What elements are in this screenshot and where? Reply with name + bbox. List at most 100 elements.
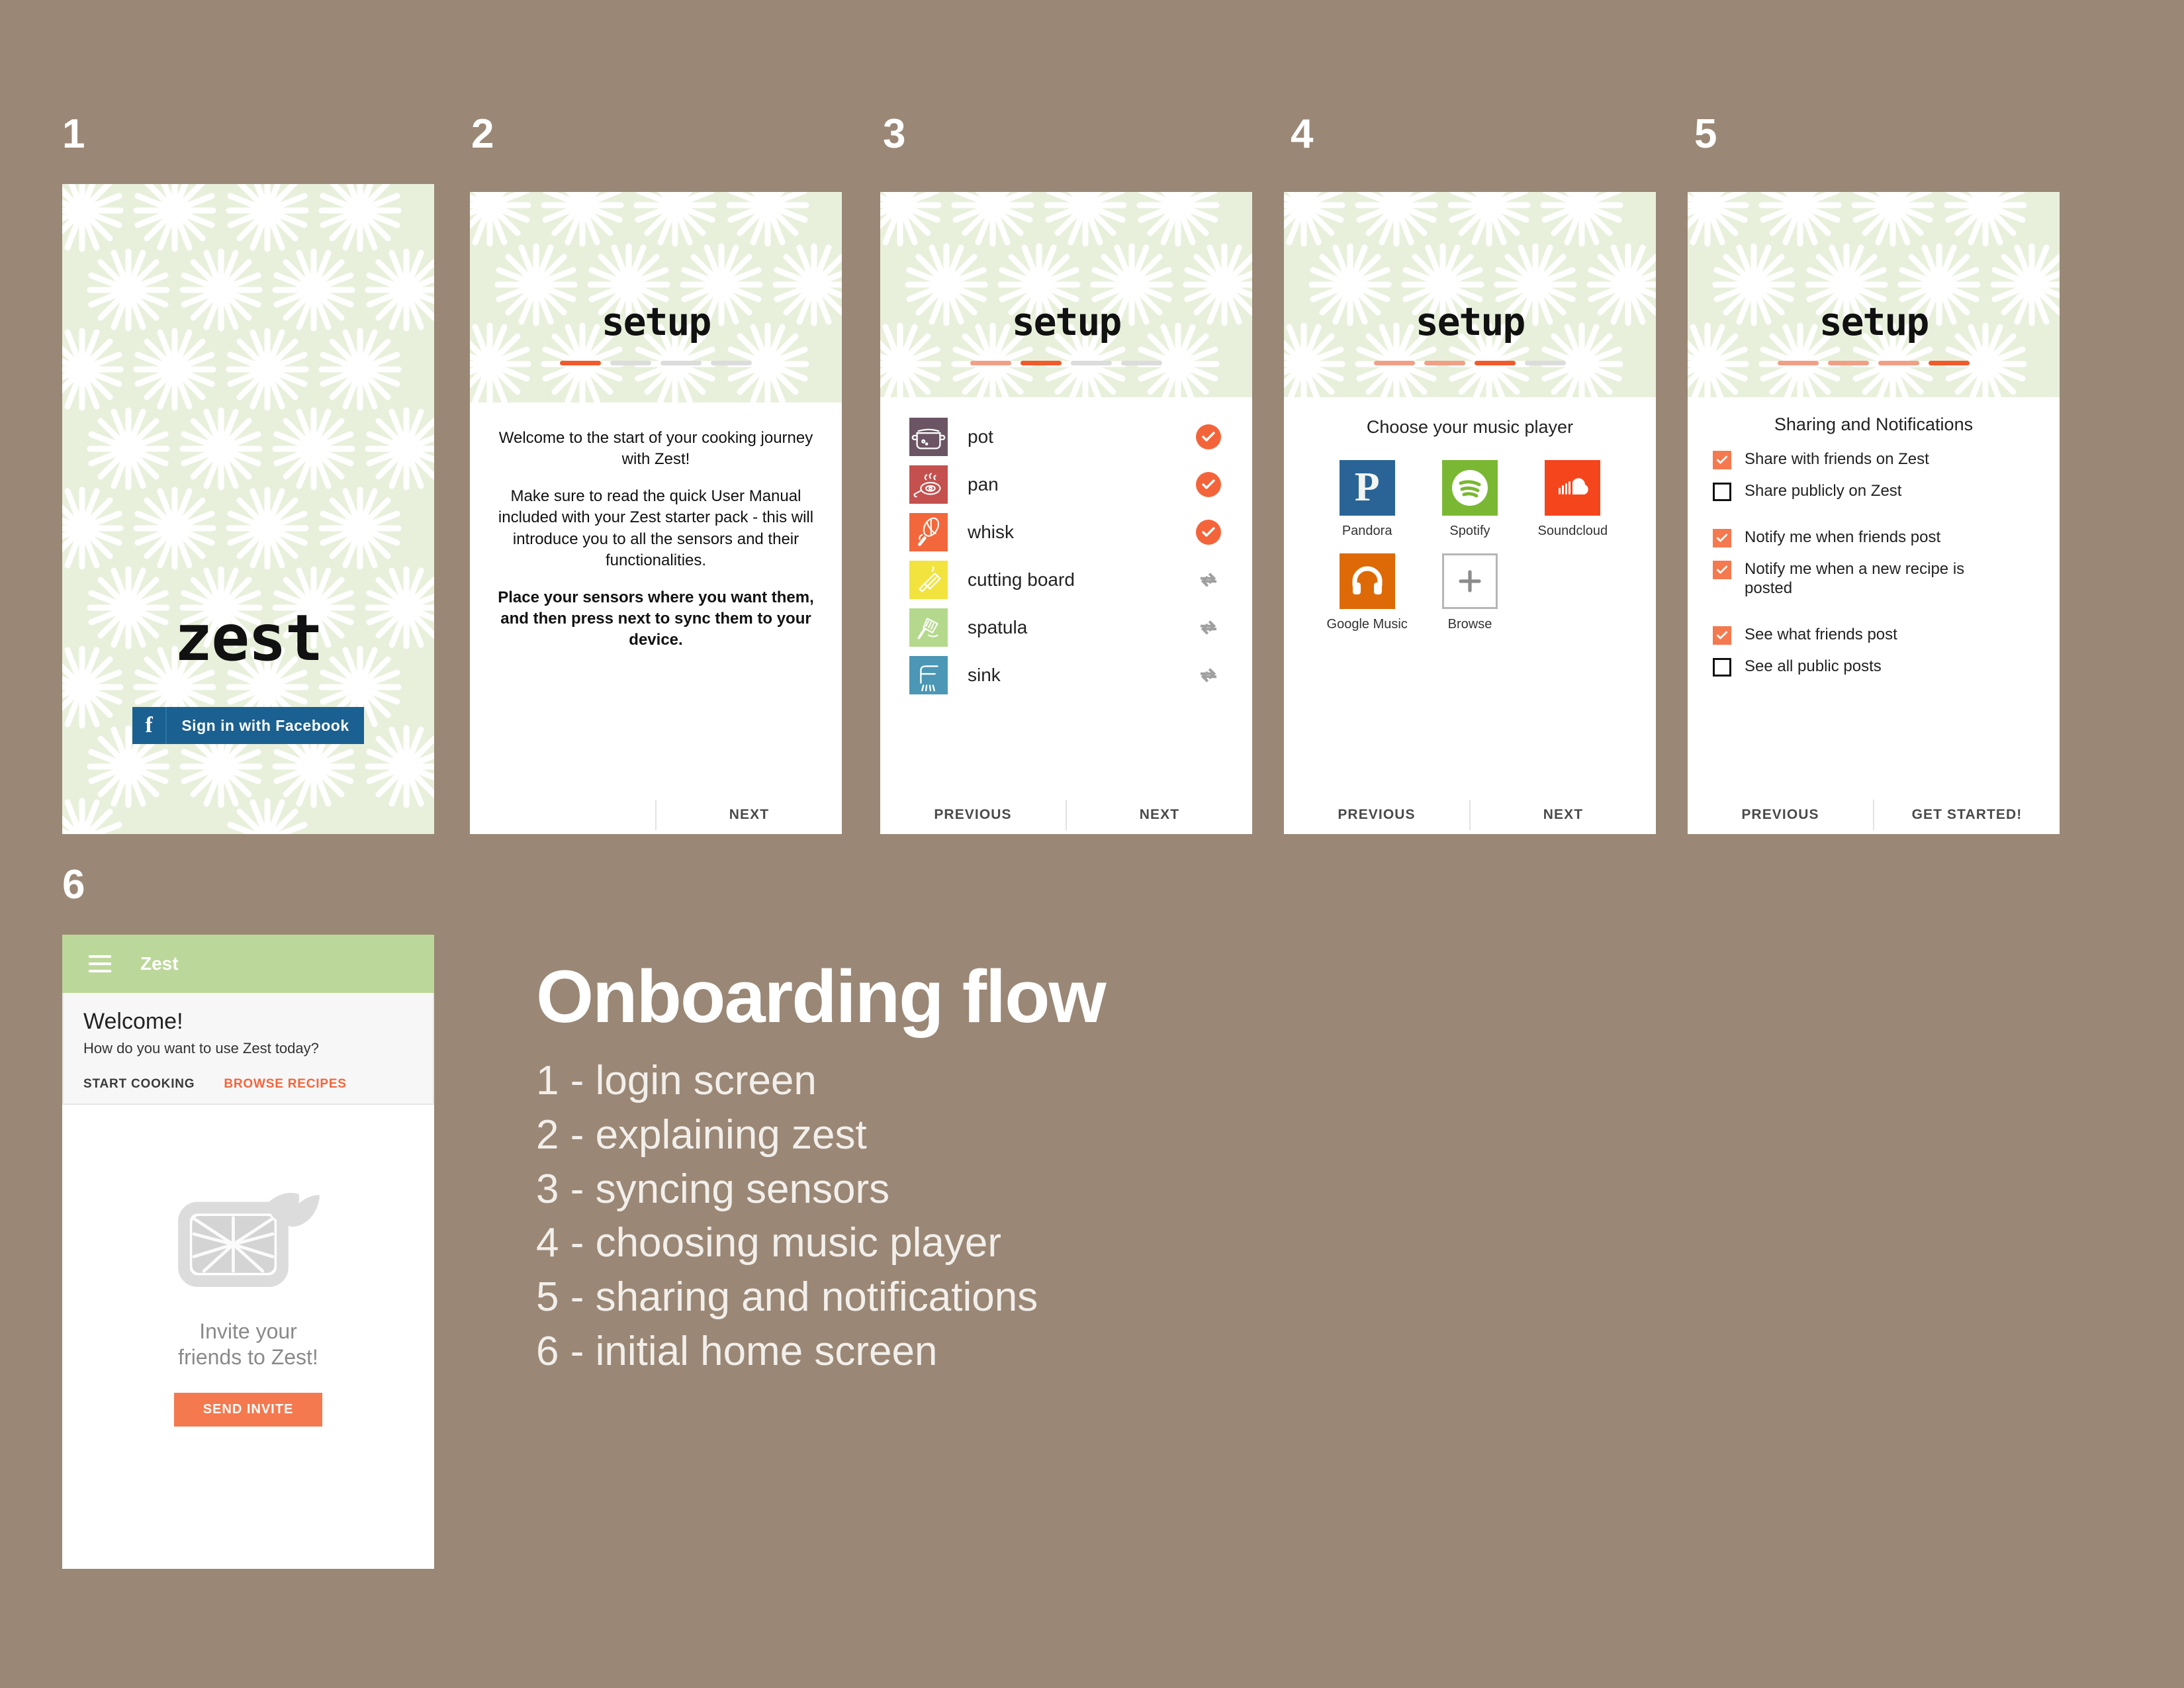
starburst-pattern-icon [470,192,842,402]
checkbox-notify-friends-post[interactable] [1713,529,1731,547]
setup-body-4: Choose your music player P Pandora Spoti… [1284,397,1656,834]
next-button[interactable]: NEXT [657,807,842,823]
check-icon [1716,455,1728,464]
progress-segment [560,361,601,365]
google-music-icon [1339,553,1395,609]
screen-6-initial-home: Zest Welcome! How do you want to use Zes… [62,935,434,1569]
page-title: Onboarding flow [536,955,1107,1038]
check-icon [1716,565,1728,574]
zest-wordmark: zest [174,601,323,675]
sensor-status-synced[interactable] [1194,518,1223,547]
progress-indicator-3 [970,361,1162,365]
progress-segment [1021,361,1062,365]
progress-segment [1121,361,1162,365]
progress-segment [1071,361,1112,365]
sensor-status-synced[interactable] [1194,422,1223,451]
music-option-pandora[interactable]: P Pandora [1316,460,1418,539]
table-row[interactable]: sink [909,651,1223,699]
welcome-copy: Welcome to the start of your cooking jou… [470,402,842,651]
step-number-6: 6 [62,862,85,908]
invite-caption-line-1: Invite your [199,1319,297,1343]
sensor-status-syncing[interactable] [1194,565,1223,594]
step-number-3: 3 [883,111,905,157]
list-item[interactable]: Share with friends on Zest [1713,449,2034,469]
sensor-list: pot pan whisk cutting board spatula sink [880,397,1252,699]
setup-header-2: setup [470,192,842,402]
previous-button[interactable]: PREVIOUS [880,807,1066,823]
start-cooking-button[interactable]: START COOKING [83,1077,195,1092]
screen-1-login: zest f Sign in with Facebook [62,184,434,834]
check-icon [1716,631,1728,639]
list-item[interactable]: Notify me when a new recipe is posted [1713,559,2034,598]
setup-title: setup [1819,299,1930,344]
music-option-browse[interactable]: Browse [1418,553,1521,632]
checkbox-see-friends-post[interactable] [1713,626,1731,645]
list-item[interactable]: See what friends post [1713,625,2034,645]
checkbox-share-publicly[interactable] [1713,483,1731,501]
welcome-heading: Welcome! [83,1009,183,1034]
sensor-status-syncing[interactable] [1194,613,1223,642]
music-option-google-music[interactable]: Google Music [1316,553,1418,632]
pan-icon [909,465,948,504]
music-option-label: Browse [1447,617,1492,632]
facebook-button-label: Sign in with Facebook [181,716,349,734]
sensor-label: spatula [968,617,1028,637]
cutting-board-icon [909,561,948,599]
next-button[interactable]: NEXT [1471,807,1656,823]
music-option-soundcloud[interactable]: Soundcloud [1522,460,1624,539]
login-hero-pattern: zest f Sign in with Facebook [62,184,434,834]
progress-segment [1424,361,1465,365]
sensor-status-syncing[interactable] [1194,661,1223,690]
list-item: 5 - sharing and notifications [536,1274,1038,1321]
get-started-button[interactable]: GET STARTED! [1874,807,2060,823]
checkbox-share-with-friends[interactable] [1713,451,1731,469]
spotify-icon [1441,460,1498,516]
welcome-paragraph-2: Make sure to read the quick User Manual … [498,487,814,569]
hamburger-icon[interactable] [89,955,111,972]
browse-recipes-button[interactable]: BROWSE RECIPES [224,1077,346,1092]
app-bar-title: Zest [140,953,179,974]
music-option-label: Spotify [1449,524,1490,538]
list-item[interactable]: See all public posts [1713,657,2034,677]
option-label: Notify me when friends post [1745,528,1941,546]
table-row[interactable]: cutting board [909,556,1223,604]
table-row[interactable]: pan [909,461,1223,508]
check-icon [1196,520,1221,545]
screen-5-sharing-and-notifications: setup Sharing and Notifications Share wi… [1688,192,2060,834]
option-label: Share publicly on Zest [1745,482,1902,500]
option-label: See all public posts [1745,657,1882,675]
sync-icon [1200,620,1217,635]
table-row[interactable]: pot [909,413,1223,461]
progress-segment [1828,361,1869,365]
music-option-spotify[interactable]: Spotify [1418,460,1521,539]
sensor-status-synced[interactable] [1194,470,1223,499]
welcome-card-actions: START COOKING BROWSE RECIPES [83,1077,413,1092]
pot-icon [909,418,948,456]
step-number-5: 5 [1694,111,1717,157]
list-item[interactable]: Share publicly on Zest [1713,481,2034,501]
previous-button[interactable]: PREVIOUS [1688,807,1873,823]
previous-button[interactable]: PREVIOUS [1284,807,1469,823]
checkbox-notify-new-recipe[interactable] [1713,561,1731,579]
next-button[interactable]: NEXT [1067,807,1252,823]
nav-footer-4: PREVIOUS NEXT [1284,796,1656,834]
checkbox-see-all-public-posts[interactable] [1713,657,1731,677]
sign-in-with-facebook-button[interactable]: f Sign in with Facebook [132,707,364,744]
list-item[interactable]: Notify me when friends post [1713,528,2034,547]
screen-3-syncing-sensors: setup pot pan whisk cutting board spatul… [880,192,1252,834]
sync-icon [1200,668,1217,682]
send-invite-button[interactable]: SEND INVITE [173,1393,323,1427]
music-player-grid: P Pandora Spotify Soundcloud Google Musi… [1284,438,1656,632]
list-item: 2 - explaining zest [536,1111,867,1158]
setup-title: setup [1415,299,1526,344]
step-number-1: 1 [62,111,85,157]
sensor-label: sink [968,665,1001,685]
music-option-label: Google Music [1326,617,1408,632]
option-label: See what friends post [1745,625,1897,643]
welcome-subtitle: How do you want to use Zest today? [83,1040,319,1056]
table-row[interactable]: whisk [909,508,1223,556]
starburst-pattern-icon [1688,192,2060,397]
setup-header-4: setup [1284,192,1656,397]
table-row[interactable]: spatula [909,604,1223,651]
progress-segment [1778,361,1819,365]
